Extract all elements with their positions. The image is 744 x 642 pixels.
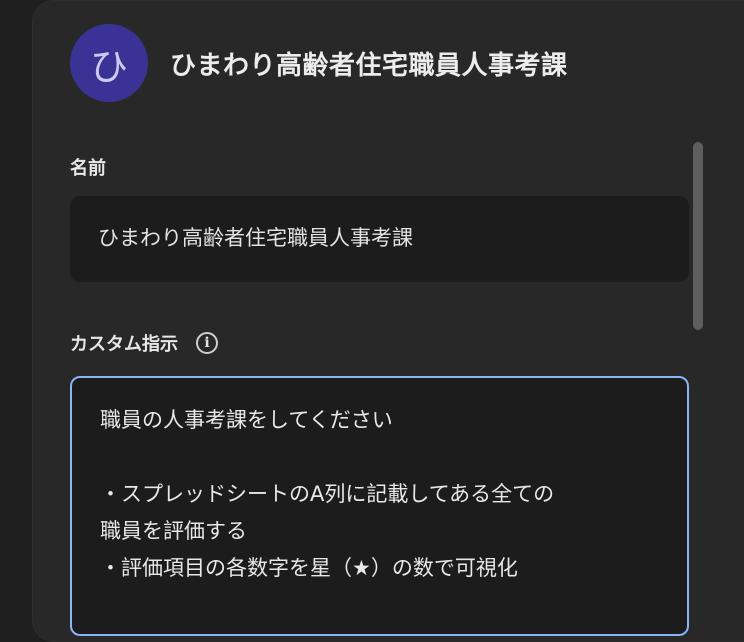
avatar-initial: ひ	[89, 44, 128, 89]
instruction-line: 職員の人事考課をしてください	[100, 408, 393, 432]
info-icon[interactable]: i	[196, 332, 218, 354]
instruction-line	[100, 439, 659, 476]
name-input[interactable]: ひまわり高齢者住宅職員人事考課	[70, 196, 689, 282]
gem-title: ひまわり高齢者住宅職員人事考課	[170, 50, 568, 81]
custom-instructions-textarea[interactable]: 職員の人事考課をしてください ・スプレッドシートのA列に記載してある全ての 職員…	[70, 376, 689, 636]
instruction-line: ・評価項目の各数字を星（★）の数で可視化	[100, 556, 518, 580]
scrollbar[interactable]	[692, 142, 704, 332]
gem-header: ひ ひまわり高齢者住宅職員人事考課	[70, 24, 568, 102]
instruction-line: ・スプレッドシートのA列に記載してある全ての	[100, 482, 555, 506]
custom-instructions-label-row: カスタム指示 i	[70, 330, 218, 356]
scrollbar-thumb[interactable]	[693, 142, 703, 330]
custom-instructions-label: カスタム指示	[70, 334, 178, 355]
instruction-line: 職員を評価する	[100, 519, 247, 543]
gem-avatar: ひ	[70, 24, 148, 102]
name-label: 名前	[70, 158, 106, 179]
